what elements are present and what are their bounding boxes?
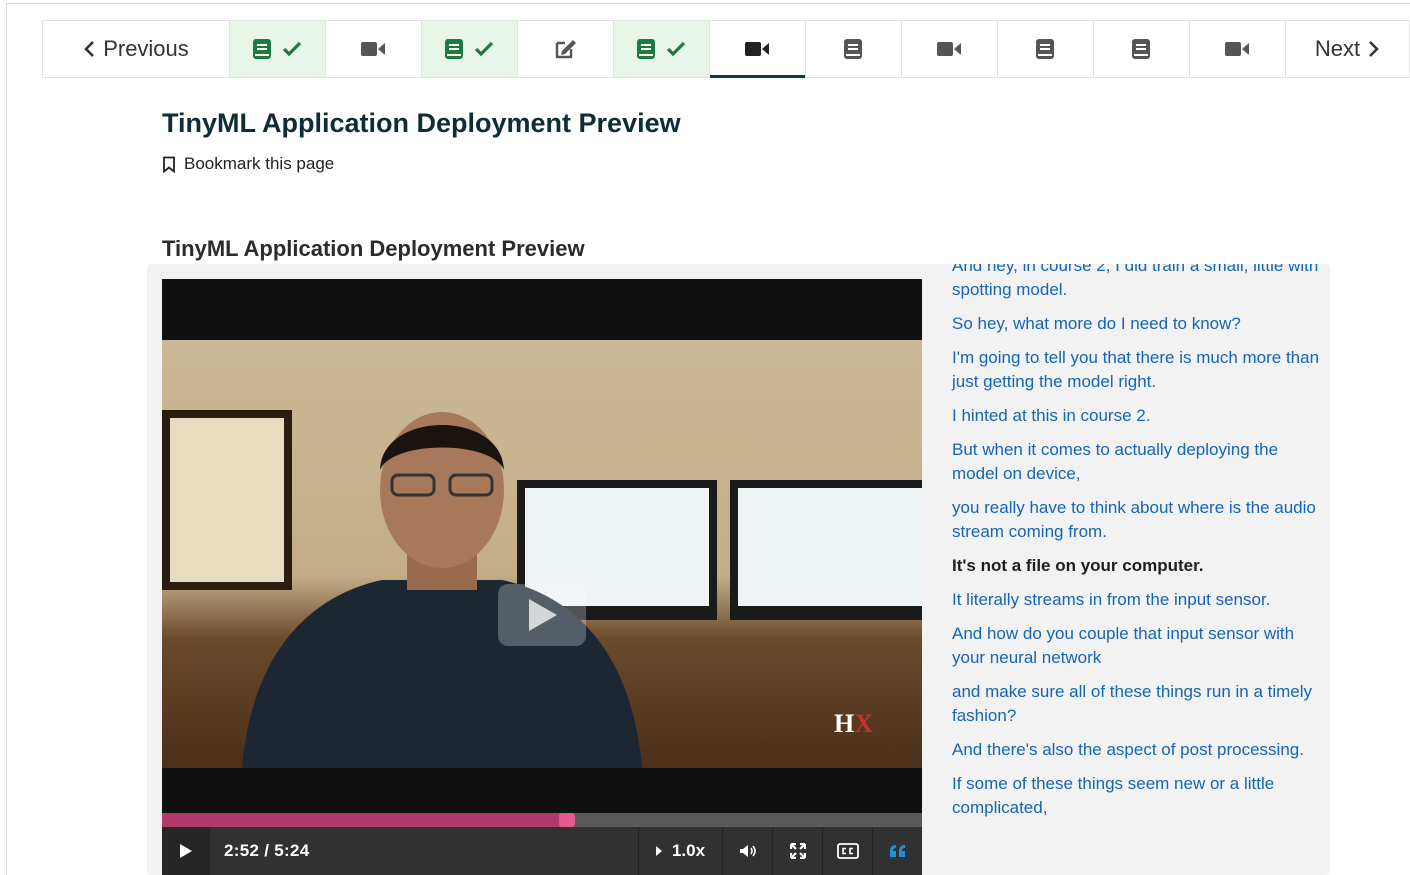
caret-right-icon <box>655 846 662 856</box>
unit-tab-4[interactable] <box>516 21 613 77</box>
volume-icon <box>739 844 757 858</box>
presenter-image <box>242 412 642 768</box>
book-icon <box>1131 38 1151 60</box>
edit-icon <box>553 38 577 60</box>
transcript-line[interactable]: It literally streams in from the input s… <box>952 588 1322 612</box>
unit-tab-9[interactable] <box>996 21 1093 77</box>
video-icon <box>744 40 770 58</box>
play-button[interactable] <box>162 827 210 875</box>
play-icon <box>179 843 193 859</box>
transcript-panel: And hey, in course 2, I did train a smal… <box>952 264 1322 830</box>
fullscreen-button[interactable] <box>772 827 822 875</box>
transcript-line[interactable]: I'm going to tell you that there is much… <box>952 346 1322 394</box>
unit-tab-5[interactable] <box>612 21 709 77</box>
progress-handle[interactable] <box>558 813 575 827</box>
video-player[interactable]: HX 2:52 / 5:24 1.0x <box>162 279 922 875</box>
video-icon <box>936 40 962 58</box>
progress-fill <box>162 813 565 827</box>
transcript-line[interactable]: I hinted at this in course 2. <box>952 404 1322 428</box>
video-icon <box>360 40 386 58</box>
previous-label: Previous <box>103 36 189 61</box>
bookmark-icon <box>162 156 176 173</box>
progress-bar[interactable] <box>162 813 922 827</box>
transcript-line[interactable]: It's not a file on your computer. <box>952 554 1322 578</box>
checkmark-icon <box>282 41 302 57</box>
transcript-line[interactable]: So hey, what more do I need to know? <box>952 312 1322 336</box>
bookmark-label: Bookmark this page <box>184 154 335 173</box>
video-controls: 2:52 / 5:24 1.0x <box>162 827 922 875</box>
video-frame: HX <box>162 340 922 768</box>
monitor-right <box>730 480 922 620</box>
play-overlay-icon[interactable] <box>498 584 586 646</box>
unit-tab-6[interactable] <box>708 21 805 78</box>
checkmark-icon <box>474 41 494 57</box>
chevron-right-icon <box>1368 40 1380 58</box>
transcript-line[interactable]: And hey, in course 2, I did train a smal… <box>952 264 1322 302</box>
checkmark-icon <box>666 41 686 57</box>
time-display: 2:52 / 5:24 <box>224 841 310 860</box>
unit-tab-2[interactable] <box>324 21 421 77</box>
unit-tab-8[interactable] <box>900 21 997 77</box>
video-heading: TinyML Application Deployment Preview <box>162 236 585 261</box>
captions-button[interactable] <box>822 827 872 875</box>
speed-button[interactable]: 1.0x <box>638 827 722 875</box>
fullscreen-icon <box>789 843 806 859</box>
bookmark-button[interactable]: Bookmark this page <box>162 154 334 174</box>
previous-button[interactable]: Previous <box>43 21 229 77</box>
transcript-line[interactable]: and make sure all of these things run in… <box>952 680 1322 728</box>
transcript-toggle-button[interactable] <box>872 827 922 875</box>
transcript-line[interactable]: And how do you couple that input sensor … <box>952 622 1322 670</box>
transcript-line[interactable]: If some of these things seem new or a li… <box>952 772 1322 820</box>
next-button[interactable]: Next <box>1284 21 1409 77</box>
book-icon <box>1035 38 1055 60</box>
unit-tab-7[interactable] <box>804 21 901 77</box>
transcript-quote-icon <box>889 844 907 858</box>
unit-tab-10[interactable] <box>1092 21 1189 77</box>
video-panel: HX 2:52 / 5:24 1.0x And hey, in course 2… <box>147 264 1330 875</box>
volume-button[interactable] <box>722 827 772 875</box>
book-icon <box>444 38 464 60</box>
closed-captions-icon <box>836 843 859 859</box>
book-icon <box>636 38 656 60</box>
transcript-line[interactable]: And there's also the aspect of post proc… <box>952 738 1322 762</box>
unit-tab-3[interactable] <box>420 21 517 77</box>
unit-tab-11[interactable] <box>1188 21 1285 77</box>
page-title: TinyML Application Deployment Preview <box>162 108 681 138</box>
hx-watermark: HX <box>834 709 874 738</box>
unit-tab-1[interactable] <box>228 21 325 77</box>
next-label: Next <box>1314 36 1361 61</box>
transcript-line[interactable]: But when it comes to actually deploying … <box>952 438 1322 486</box>
sequence-navigation: Previous Next <box>42 20 1410 78</box>
speed-value: 1.0x <box>671 841 706 860</box>
unit-tabs <box>228 21 1285 78</box>
transcript-line[interactable]: you really have to think about where is … <box>952 496 1322 544</box>
book-icon <box>252 38 272 60</box>
chevron-left-icon <box>83 40 95 58</box>
book-icon <box>843 38 863 60</box>
video-icon <box>1224 40 1250 58</box>
